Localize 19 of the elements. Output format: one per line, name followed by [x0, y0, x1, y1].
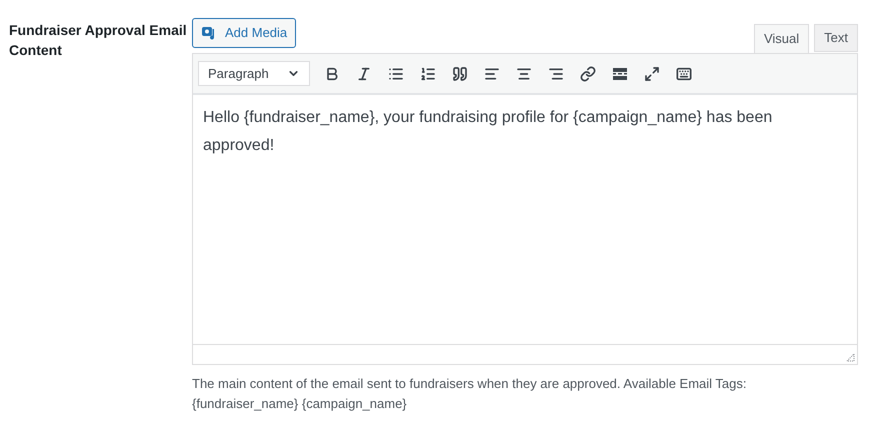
fullscreen-icon [644, 66, 660, 82]
italic-icon [356, 66, 372, 82]
read-more-icon [612, 66, 628, 82]
keyboard-icon [676, 66, 692, 82]
field-label: Fundraiser Approval Email Content [9, 21, 188, 60]
numbered-list-icon [420, 66, 436, 82]
format-value: Paragraph [208, 64, 269, 83]
resize-handle-icon[interactable] [846, 353, 855, 362]
field-description: The main content of the email sent to fundraisers when they are approved. Available Email Tags: {fundraiser_name} {campaign_name} [192, 375, 748, 413]
align-right-icon [548, 66, 564, 82]
link-icon [580, 66, 596, 82]
editor-tab[interactable]: Text [814, 24, 858, 52]
align-left-icon [484, 66, 500, 82]
format-select[interactable]: Paragraph [198, 61, 310, 86]
align-center-icon [516, 66, 532, 82]
add-media-button[interactable]: Add Media [192, 18, 296, 48]
bulleted-list-icon [388, 66, 404, 82]
editor-tab[interactable]: Visual [754, 24, 810, 53]
quote-icon [452, 66, 468, 82]
